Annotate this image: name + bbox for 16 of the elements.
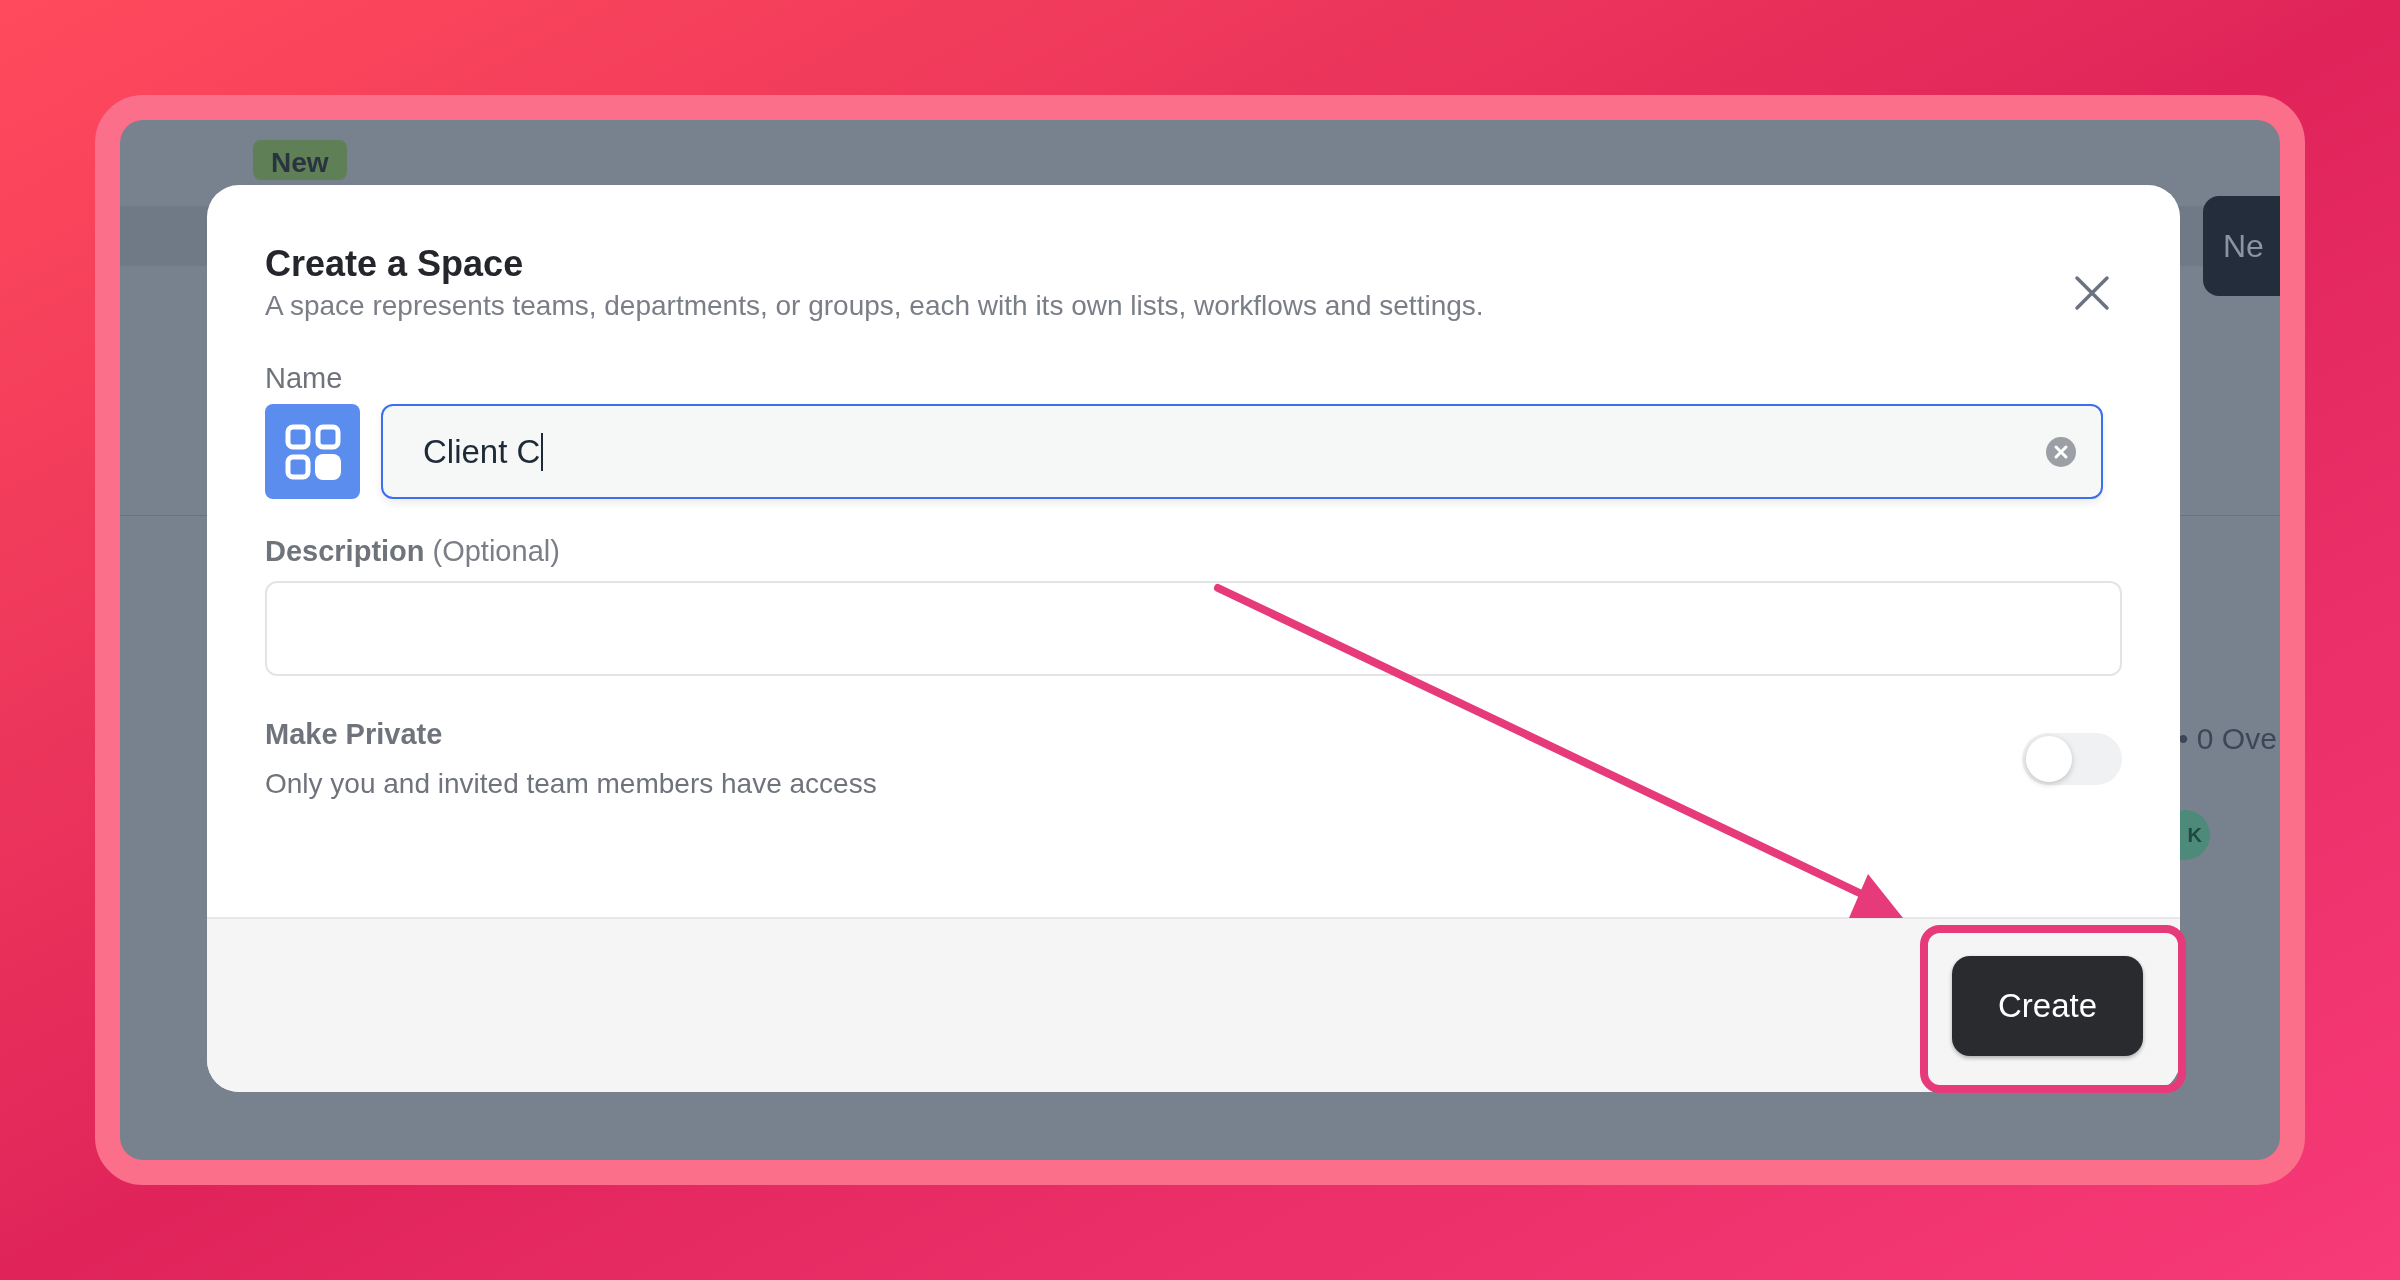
description-label: Description	[265, 534, 425, 569]
private-toggle[interactable]	[2022, 733, 2122, 785]
close-icon[interactable]	[2072, 273, 2112, 313]
make-private-text: Only you and invited team members have access	[265, 767, 878, 801]
make-private-title: Make Private	[265, 717, 444, 752]
name-label: Name	[265, 361, 344, 396]
clear-icon[interactable]	[2045, 435, 2077, 468]
space-icon[interactable]	[265, 404, 360, 499]
new-badge: New	[253, 140, 347, 180]
new-button[interactable]: Ne	[2203, 196, 2280, 296]
name-input[interactable]: Client C	[381, 404, 2103, 499]
create-button[interactable]: Create	[1952, 955, 2143, 1056]
description-input[interactable]	[265, 581, 2122, 676]
dialog-subtitle: A space represents teams, departments, or groups, each with its own lists, workflows and settings.	[265, 289, 1484, 323]
optional-note: (Optional)	[432, 534, 560, 569]
dialog-title: Create a Space	[265, 242, 524, 286]
